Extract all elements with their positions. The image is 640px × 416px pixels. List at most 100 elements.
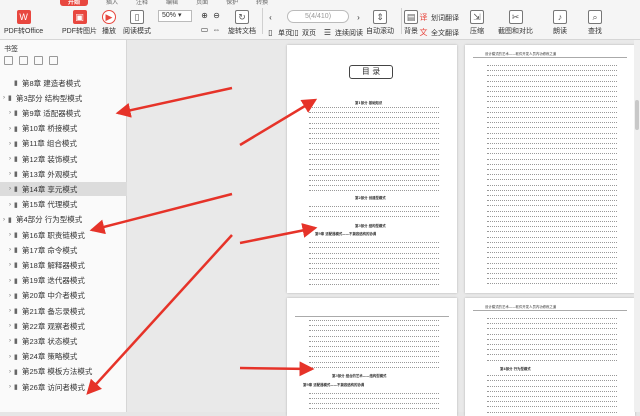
toc-leader-line xyxy=(487,143,617,144)
bookmark-item[interactable]: › ▮ 第14章 享元模式 xyxy=(0,182,127,197)
play-icon: ▶ xyxy=(102,10,116,24)
add-bookmark-icon[interactable] xyxy=(34,56,43,65)
play-button[interactable]: ▶ 播放 xyxy=(102,10,116,36)
bookmark-item[interactable]: › ▮ 第20章 中介者模式 xyxy=(0,289,127,303)
toc-leader-line xyxy=(487,148,617,150)
toc-leader-line xyxy=(487,163,617,165)
word-translate-button[interactable]: 译划词翻译 xyxy=(418,12,460,23)
chevron-right-icon[interactable]: › xyxy=(0,95,8,101)
bookmark-item[interactable]: › ▮ 第16章 职责链模式 xyxy=(0,228,127,242)
bookmark-icon: ▮ xyxy=(14,186,18,194)
fit-page-button[interactable]: ▭ xyxy=(199,24,210,35)
document-viewer[interactable]: 目 录 第1部分 基础知识 第2部分 创建型模式 第3部分 结构型模式 第9章 … xyxy=(127,40,640,416)
chevron-right-icon[interactable]: › xyxy=(6,156,14,162)
read-aloud-button[interactable]: ♪ 朗读 xyxy=(553,10,567,36)
tab-page[interactable]: 页面 xyxy=(196,0,208,6)
bookmark-item[interactable]: › ▮ 第10章 桥接模式 xyxy=(0,122,127,136)
single-page-button[interactable]: ▯ 单页 xyxy=(265,27,292,38)
bookmark-item[interactable]: › ▮ 第13章 外观模式 xyxy=(0,167,127,181)
prev-page-button[interactable]: ‹ xyxy=(265,12,276,23)
bookmark-item[interactable]: › ▮ 第15章 代理模式 xyxy=(0,198,127,212)
chevron-right-icon[interactable]: › xyxy=(6,323,14,329)
toc-leader-line xyxy=(487,401,617,403)
bookmark-item[interactable]: › ▮ 第22章 观察者模式 xyxy=(0,319,127,333)
chevron-right-icon[interactable]: › xyxy=(6,293,14,299)
toc-leader-line xyxy=(487,283,617,285)
bookmark-item[interactable]: › ▮ 第18章 解释器模式 xyxy=(0,258,127,272)
toc-leader-line xyxy=(487,267,617,269)
double-page-button[interactable]: ▯▯ 双页 xyxy=(289,27,316,38)
tab-protect[interactable]: 保护 xyxy=(226,0,238,6)
bookmark-item[interactable]: › ▮ 第11章 组合模式 xyxy=(0,137,127,151)
bookmark-item[interactable]: › ▮ 第9章 适配器模式 xyxy=(0,106,127,120)
bookmark-item[interactable]: › ▮ 第24章 策略模式 xyxy=(0,350,127,364)
expand-all-icon[interactable] xyxy=(4,56,13,65)
chevron-right-icon[interactable]: › xyxy=(6,262,14,268)
chevron-right-icon[interactable]: › xyxy=(6,369,14,375)
bookmark-item[interactable]: › ▮ 第12章 装饰模式 xyxy=(0,152,127,166)
bookmark-item[interactable]: › ▮ 第3部分 结构型模式 xyxy=(0,91,127,105)
toc-leader-line xyxy=(309,263,439,264)
chevron-right-icon[interactable]: › xyxy=(6,384,14,390)
bookmark-item[interactable]: › ▮ 第17章 命令模式 xyxy=(0,243,127,257)
toc-leader-line xyxy=(487,349,617,351)
chevron-right-icon[interactable]: › xyxy=(0,217,8,223)
bookmark-item[interactable]: › ▮ 第26章 访问者模式 xyxy=(0,380,127,394)
chevron-right-icon[interactable]: › xyxy=(6,354,14,360)
tab-annotate[interactable]: 注释 xyxy=(136,0,148,6)
zoom-select[interactable]: 50% ▾ xyxy=(158,10,192,22)
vertical-scrollbar[interactable] xyxy=(634,40,640,412)
toc-leader-line xyxy=(487,273,617,274)
tab-start[interactable]: 开始 xyxy=(60,0,89,6)
rotate-button[interactable]: ↻ 旋转文档 xyxy=(228,10,256,36)
tab-edit[interactable]: 编辑 xyxy=(166,0,178,6)
bookmark-item[interactable]: › ▮ 第21章 备忘录模式 xyxy=(0,304,127,318)
pdf-to-office-button[interactable]: W PDF转Office xyxy=(4,10,43,36)
chevron-right-icon[interactable]: › xyxy=(6,202,14,208)
chevron-right-icon[interactable]: › xyxy=(6,141,14,147)
chevron-right-icon[interactable]: › xyxy=(6,308,14,314)
toc-leader-line xyxy=(487,252,617,254)
bookmark-item[interactable]: › ▮ 第19章 迭代器模式 xyxy=(0,274,127,288)
pdf-to-image-button[interactable]: ▣ PDF转图片 xyxy=(62,10,97,36)
find-button[interactable]: ⌕ 查找 xyxy=(588,10,602,36)
continuous-read-button[interactable]: ☰ 连续阅读 xyxy=(322,27,363,38)
read-mode-button[interactable]: ▯ 阅读模式 xyxy=(123,10,151,36)
chevron-right-icon[interactable]: › xyxy=(6,186,14,192)
toc-leader-line xyxy=(487,344,617,345)
bookmark-item[interactable]: › ▮ 第4部分 行为型模式 xyxy=(0,213,127,227)
bookmark-item[interactable]: › ▮ 第23章 状态模式 xyxy=(0,334,127,348)
chevron-right-icon[interactable]: › xyxy=(6,110,14,116)
scroll-thumb[interactable] xyxy=(635,100,639,130)
chevron-right-icon[interactable]: › xyxy=(6,126,14,132)
toc-leader-line xyxy=(487,169,617,170)
next-page-button[interactable]: › xyxy=(353,12,364,23)
collapse-all-icon[interactable] xyxy=(19,56,28,65)
full-translate-button[interactable]: 文全文翻译 xyxy=(418,27,460,38)
fit-width-button[interactable]: ⇔ xyxy=(211,24,222,35)
page-content-4: 设计模式的艺术——软件开发人员内功修炼之道 第4部分 行为型模式 xyxy=(465,298,635,416)
zoom-in-button[interactable]: ⊕ xyxy=(199,10,210,21)
word-translate-icon: 译 xyxy=(419,13,428,22)
chevron-right-icon[interactable]: › xyxy=(6,338,14,344)
toc-leader-line xyxy=(487,179,617,181)
autoscroll-button[interactable]: ⇕ 自动滚动 xyxy=(366,10,394,36)
chevron-right-icon[interactable]: › xyxy=(6,278,14,284)
compress-button[interactable]: ⇲ 压缩 xyxy=(470,10,484,36)
chevron-right-icon[interactable]: › xyxy=(6,171,14,177)
bookmark-icon: ▮ xyxy=(14,110,18,118)
chevron-right-icon[interactable]: › xyxy=(6,232,14,238)
continuous-icon: ☰ xyxy=(323,28,332,37)
bookmark-item[interactable]: › ▮ 第25章 模板方法模式 xyxy=(0,365,127,379)
toc-leader-line xyxy=(487,75,617,77)
zoom-out-button[interactable]: ⊖ xyxy=(211,10,222,21)
tab-insert[interactable]: 插入 xyxy=(106,0,118,6)
chevron-right-icon[interactable]: › xyxy=(6,247,14,253)
bookmark-label: 第23章 状态模式 xyxy=(22,336,78,346)
screenshot-compare-button[interactable]: ✂ 截图和对比 xyxy=(498,10,533,36)
page-number-input[interactable]: 5(4/410) xyxy=(287,10,349,23)
delete-bookmark-icon[interactable] xyxy=(49,56,58,65)
tab-convert[interactable]: 转换 xyxy=(256,0,268,6)
background-button[interactable]: ▤ 背景 xyxy=(404,10,418,36)
bookmark-item[interactable]: ▮ 第8章 建造者模式 xyxy=(0,76,127,90)
